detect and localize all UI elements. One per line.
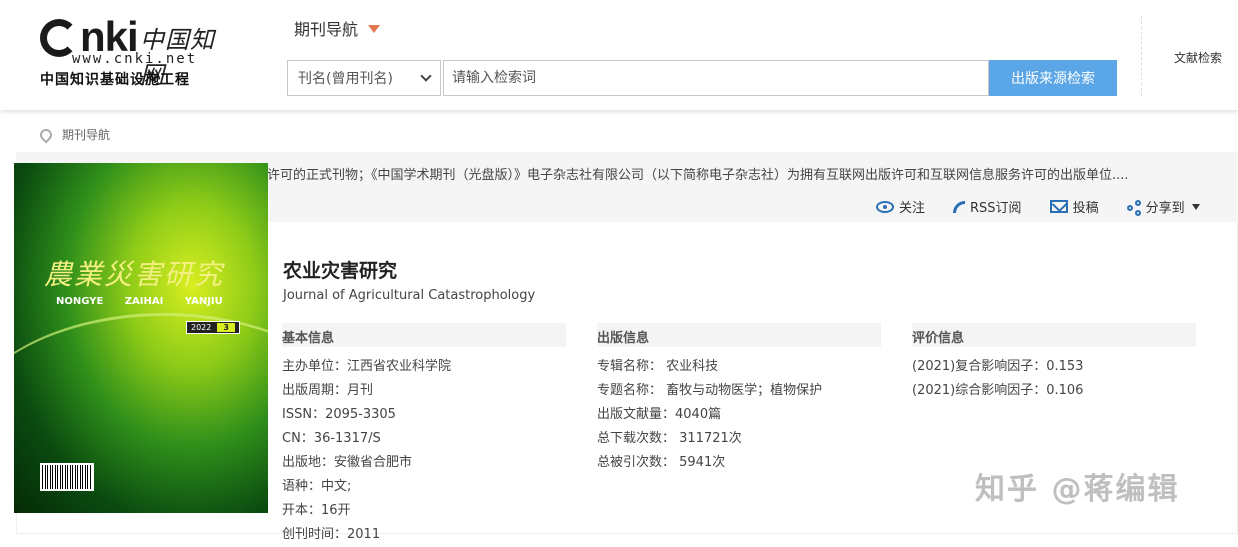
location-pin-icon [37, 126, 55, 143]
submit-button[interactable]: 投稿 [1049, 197, 1099, 216]
list-item: 出版文献量：4040篇 [597, 407, 722, 422]
cover-issue-badge: 2022 3 [186, 321, 240, 334]
rss-icon [953, 200, 966, 213]
list-item: 出版周期：月刊 [282, 383, 374, 398]
journal-nav-dropdown[interactable]: 期刊导航 [294, 16, 381, 40]
evaluation-info-section: 评价信息 (2021)复合影响因子：0.153 (2021)综合影响因子：0.1… [912, 323, 1196, 403]
cover-title: 農業災害研究 [44, 258, 225, 291]
list-item: CN：36-1317/S [282, 431, 381, 446]
search-field-select[interactable]: 刊名(曾用刊名) [287, 60, 441, 96]
list-item: 专辑名称： 农业科技 [597, 359, 719, 374]
basic-info-section: 基本信息 主办单位：江西省农业科学院 出版周期：月刊 ISSN：2095-330… [282, 323, 566, 547]
list-item: ISSN：2095-3305 [282, 407, 396, 422]
submit-label: 投稿 [1072, 201, 1099, 216]
journal-nav-label: 期刊导航 [294, 20, 359, 39]
list-item: 出版地：安徽省合肥市 [282, 455, 413, 470]
journal-title: 农业灾害研究 [283, 260, 398, 282]
search-field-select-value: 刊名(曾用刊名) [298, 71, 393, 87]
envelope-icon [1049, 200, 1068, 213]
list-item: 创刊时间：2011 [282, 527, 381, 542]
document-search-link[interactable]: 文献检索 [1174, 49, 1222, 66]
rss-label: RSS订阅 [970, 201, 1022, 216]
share-icon [1126, 199, 1141, 216]
barcode-icon [40, 463, 94, 491]
journal-title-en: Journal of Agricultural Catastrophology [283, 288, 536, 303]
notice-text: 许可的正式刊物；《中国学术期刊（光盘版）》电子杂志社有限公司（以下简称电子杂志社… [267, 168, 1127, 183]
publication-info-section: 出版信息 专辑名称： 农业科技 专题名称： 畜牧与动物医学；植物保护 出版文献量… [597, 323, 881, 475]
journal-actions: 关注 RSS订阅 投稿 分享到 [876, 197, 1200, 216]
list-item: 开本：16开 [282, 503, 351, 518]
list-item: 语种：中文; [282, 479, 352, 494]
basic-info-heading: 基本信息 [282, 323, 566, 347]
evaluation-info-heading: 评价信息 [912, 323, 1196, 347]
follow-button[interactable]: 关注 [876, 197, 925, 216]
list-item: 主办单位：江西省农业科学院 [282, 359, 452, 374]
cover-pinyin: NONGYE ZAIHAI YANJIU [56, 296, 223, 307]
breadcrumb: 期刊导航 [37, 126, 110, 143]
dropdown-triangle-icon [368, 25, 381, 33]
eye-icon [876, 200, 894, 213]
cnki-logo[interactable]: nki 中国知网 www.cnki.net 中国知识基础设施工程 [38, 14, 238, 90]
search-input[interactable] [443, 60, 989, 96]
publication-info-list: 专辑名称： 农业科技 专题名称： 畜牧与动物医学；植物保护 出版文献量：4040… [597, 355, 881, 475]
journal-cover-image: 農業災害研究 NONGYE ZAIHAI YANJIU 2022 3 [14, 163, 268, 513]
zhihu-watermark: 知乎 @蒋编辑 [975, 472, 1180, 507]
logo-url: www.cnki.net [72, 51, 198, 67]
share-label: 分享到 [1145, 201, 1185, 216]
list-item: 专题名称： 畜牧与动物医学；植物保护 [597, 383, 823, 398]
publication-info-heading: 出版信息 [597, 323, 881, 347]
list-item: 总下载次数： 311721次 [597, 431, 742, 446]
basic-info-list: 主办单位：江西省农业科学院 出版周期：月刊 ISSN：2095-3305 CN：… [282, 355, 566, 547]
list-item: (2021)复合影响因子：0.153 [912, 359, 1084, 374]
evaluation-info-list: (2021)复合影响因子：0.153 (2021)综合影响因子：0.106 [912, 355, 1196, 403]
chevron-down-icon [420, 70, 432, 82]
header-divider [1141, 16, 1142, 96]
top-header: nki 中国知网 www.cnki.net 中国知识基础设施工程 期刊导航 刊名… [0, 0, 1238, 110]
list-item: (2021)综合影响因子：0.106 [912, 383, 1084, 398]
list-item: 总被引次数： 5941次 [597, 455, 726, 470]
breadcrumb-journal-nav[interactable]: 期刊导航 [62, 126, 110, 143]
rss-button[interactable]: RSS订阅 [953, 197, 1022, 216]
logo-subtitle: 中国知识基础设施工程 [40, 72, 190, 88]
source-search-button[interactable]: 出版来源检索 [989, 60, 1117, 96]
follow-label: 关注 [899, 201, 926, 216]
caret-down-icon [1191, 203, 1200, 210]
share-button[interactable]: 分享到 [1126, 197, 1200, 216]
